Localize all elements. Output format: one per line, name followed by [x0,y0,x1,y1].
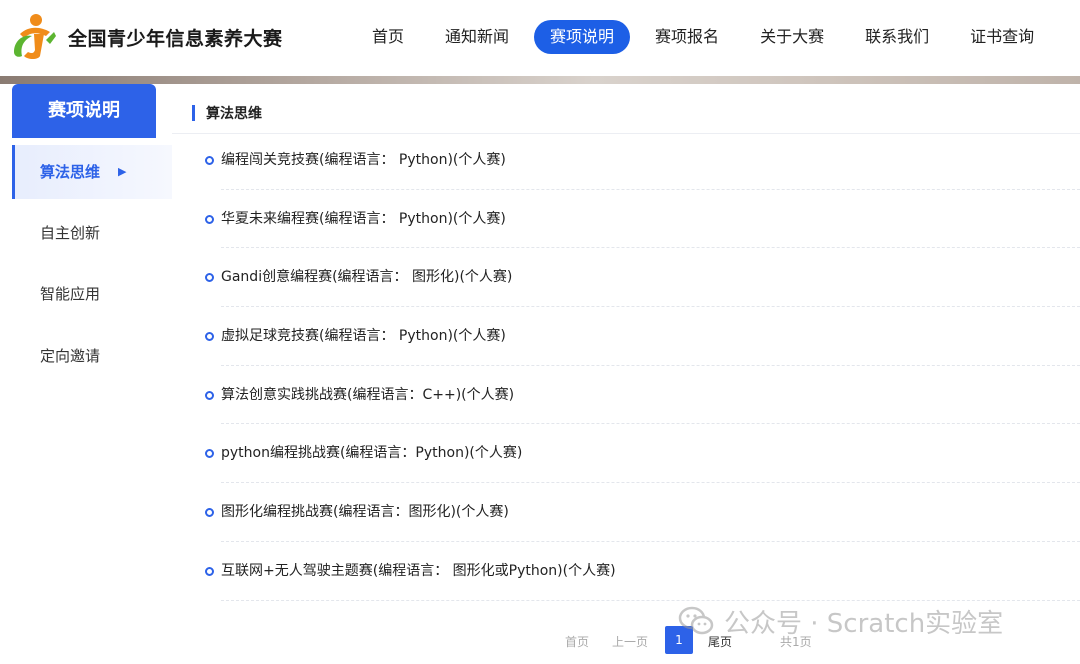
circle-bullet-icon [205,390,214,400]
list-item[interactable]: 虚拟足球竞技赛(编程语言： Python)(个人赛) [172,307,1080,366]
list-item[interactable]: 互联网+无人驾驶主题赛(编程语言： 图形化或Python)(个人赛) [172,542,1080,601]
sidebar-item-label: 自主创新 [40,224,101,242]
main-content: 算法思维 编程闯关竞技赛(编程语言： Python)(个人赛) 华夏未来编程赛(… [172,84,1080,664]
site-header: 全国青少年信息素养大赛 首页 通知新闻 赛项说明 赛项报名 关于大赛 联系我们 … [0,0,1080,76]
list-item-link[interactable]: 虚拟足球竞技赛(编程语言： Python)(个人赛) [221,325,506,345]
runner-logo-icon[interactable] [10,12,60,62]
section-accent-bar [192,105,195,121]
sidebar: 赛项说明 算法思维 ▶ 自主创新 智能应用 定向邀请 [0,84,172,664]
nav-item-news[interactable]: 通知新闻 [429,20,525,54]
list-item[interactable]: 编程闯关竞技赛(编程语言： Python)(个人赛) [172,131,1080,190]
list-item[interactable]: python编程挑战赛(编程语言：Python)(个人赛) [172,424,1080,484]
list-item[interactable]: 算法创意实践挑战赛(编程语言：C++)(个人赛) [172,366,1080,425]
list-item-link[interactable]: 互联网+无人驾驶主题赛(编程语言： 图形化或Python)(个人赛) [221,560,616,580]
nav-item-competition-info[interactable]: 赛项说明 [534,20,631,54]
sidebar-item-label: 算法思维 [40,163,101,181]
watermark-text: 公众号 · Scratch实验室 [724,608,1004,639]
list-item-link[interactable]: 华夏未来编程赛(编程语言： Python)(个人赛) [221,208,506,228]
divider [221,599,1080,601]
list-item-link[interactable]: 算法创意实践挑战赛(编程语言：C++)(个人赛) [221,384,514,404]
nav-item-contact[interactable]: 联系我们 [849,20,945,54]
wechat-icon [678,606,714,635]
circle-bullet-icon [205,273,214,283]
sidebar-item-algorithm-thinking[interactable]: 算法思维 ▶ [12,145,172,199]
sidebar-item-independent-innovation[interactable]: 自主创新 [12,206,172,260]
list-item[interactable]: Gandi创意编程赛(编程语言： 图形化)(个人赛) [172,248,1080,308]
list-item-link[interactable]: 图形化编程挑战赛(编程语言：图形化)(个人赛) [221,501,509,521]
section-title: 算法思维 [206,106,262,122]
sidebar-item-label: 定向邀请 [40,347,101,365]
pagination-prev[interactable]: 上一页 [612,633,648,650]
caret-right-icon: ▶ [118,165,127,178]
nav-item-registration[interactable]: 赛项报名 [639,20,735,54]
sidebar-title: 赛项说明 [12,84,156,138]
list-item[interactable]: 图形化编程挑战赛(编程语言：图形化)(个人赛) [172,483,1080,542]
sidebar-item-targeted-invitation[interactable]: 定向邀请 [12,329,172,383]
pagination-first[interactable]: 首页 [565,633,589,650]
site-title[interactable]: 全国青少年信息素养大赛 [68,24,283,51]
list-item-link[interactable]: 编程闯关竞技赛(编程语言： Python)(个人赛) [221,149,506,169]
banner-strip [0,76,1080,84]
circle-bullet-icon [205,156,214,165]
section-header: 算法思维 [172,84,1080,134]
nav-item-certificate[interactable]: 证书查询 [954,20,1050,54]
circle-bullet-icon [205,332,214,342]
list-item-link[interactable]: Gandi创意编程赛(编程语言： 图形化)(个人赛) [221,266,512,286]
nav-item-about[interactable]: 关于大赛 [744,20,840,54]
nav-item-home[interactable]: 首页 [356,20,420,54]
competition-list: 编程闯关竞技赛(编程语言： Python)(个人赛) 华夏未来编程赛(编程语言：… [172,131,1080,601]
list-item[interactable]: 华夏未来编程赛(编程语言： Python)(个人赛) [172,190,1080,249]
list-item-link[interactable]: python编程挑战赛(编程语言：Python)(个人赛) [221,442,522,462]
sidebar-item-smart-application[interactable]: 智能应用 [12,267,172,321]
circle-bullet-icon [205,508,214,518]
sidebar-item-label: 智能应用 [40,285,101,303]
circle-bullet-icon [205,214,214,224]
circle-bullet-icon [205,449,214,459]
main-nav: 首页 通知新闻 赛项说明 赛项报名 关于大赛 联系我们 证书查询 [356,20,1059,54]
circle-bullet-icon [205,566,214,576]
watermark: 公众号 · Scratch实验室 [678,604,1004,639]
